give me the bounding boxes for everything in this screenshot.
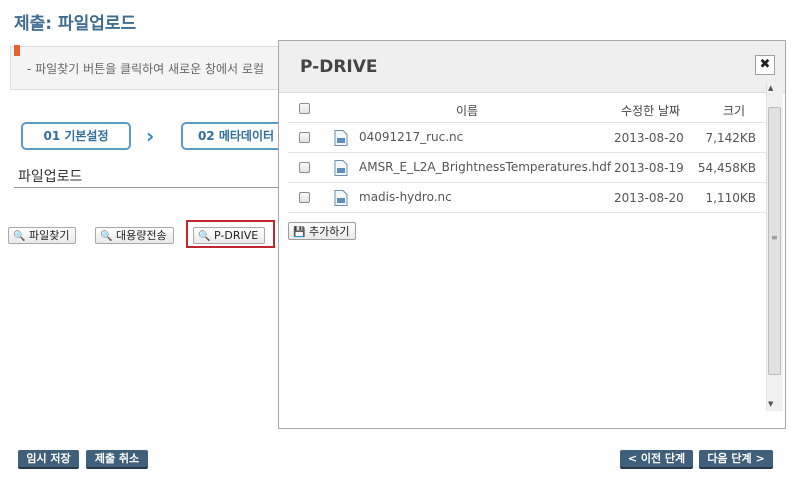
row-checkbox[interactable] (299, 192, 310, 203)
step-basic-settings[interactable]: 01 기본설정 (21, 122, 131, 150)
find-file-label: 파일찾기 (29, 229, 70, 242)
temp-save-button[interactable]: 임시 저장 (18, 450, 79, 469)
close-icon[interactable]: ✖ (755, 55, 775, 75)
file-icon (334, 160, 348, 176)
file-modified: 2013-08-19 (614, 161, 684, 175)
prev-step-button[interactable]: < 이전 단계 (620, 450, 693, 469)
file-name[interactable]: AMSR_E_L2A_BrightnessTemperatures.hdf (359, 160, 611, 174)
file-name[interactable]: 04091217_ruc.nc (359, 130, 463, 144)
row-divider (288, 182, 766, 183)
row-divider (288, 212, 766, 213)
cancel-submit-button[interactable]: 제출 취소 (86, 450, 148, 469)
file-modified: 2013-08-20 (614, 131, 684, 145)
column-size[interactable]: 크기 (723, 102, 745, 119)
section-divider (14, 187, 280, 188)
pdrive-highlight-box (186, 220, 275, 248)
scroll-down-icon[interactable]: ▼ (768, 400, 773, 408)
search-icon: 🔍 (100, 231, 113, 242)
file-name[interactable]: madis-hydro.nc (359, 190, 452, 204)
header-divider (288, 122, 766, 123)
column-modified[interactable]: 수정한 날짜 (621, 102, 680, 119)
file-size: 7,142KB (705, 131, 756, 145)
row-checkbox[interactable] (299, 162, 310, 173)
file-size: 1,110KB (705, 191, 756, 205)
notice-box: - 파일찾기 버튼을 클릭하여 새로운 창에서 로컬 (10, 46, 310, 90)
file-icon (334, 130, 348, 146)
add-button[interactable]: 💾 추가하기 (288, 222, 357, 240)
find-file-button[interactable]: 🔍 파일찾기 (8, 227, 77, 244)
step-arrow-icon: › (146, 124, 155, 148)
select-all-checkbox[interactable] (299, 103, 310, 114)
add-button-label: 추가하기 (309, 225, 350, 238)
file-icon (334, 190, 348, 206)
grip-icon: ≡ (771, 233, 778, 242)
row-divider (288, 152, 766, 153)
bulk-transfer-button[interactable]: 🔍 대용량전송 (95, 227, 174, 244)
row-checkbox[interactable] (299, 132, 310, 143)
page-title: 제출: 파일업로드 (14, 14, 137, 34)
bulk-transfer-label: 대용량전송 (116, 229, 167, 242)
modal-title: P-DRIVE (300, 57, 378, 77)
file-modified: 2013-08-20 (614, 191, 684, 205)
notice-flag-icon (14, 45, 20, 56)
section-title: 파일업로드 (18, 169, 83, 185)
next-step-button[interactable]: 다음 단계 > (699, 450, 773, 469)
file-size: 54,458KB (697, 161, 756, 175)
search-icon: 🔍 (13, 231, 26, 242)
save-icon: 💾 (293, 227, 306, 238)
step-metadata[interactable]: 02 메타데이터 (181, 122, 291, 150)
scroll-up-icon[interactable]: ▲ (768, 84, 773, 92)
column-name[interactable]: 이름 (456, 102, 478, 119)
